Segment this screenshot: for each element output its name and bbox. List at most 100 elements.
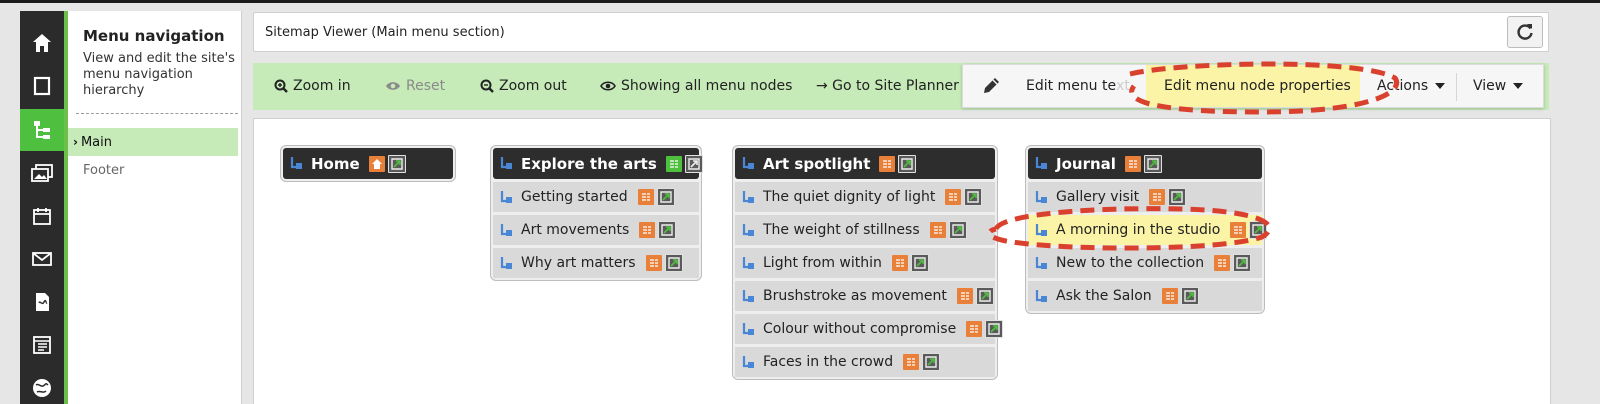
menu-node-item[interactable]: Gallery visit	[1028, 182, 1262, 212]
node-context-menu: Edit menu te xt Edit menu node properties…	[962, 64, 1544, 108]
link-node-icon[interactable]	[975, 287, 994, 305]
page-icon[interactable]	[956, 288, 973, 304]
node-icon	[742, 190, 754, 203]
menu-item-label: Footer	[83, 162, 125, 178]
layout-icon[interactable]	[20, 324, 64, 366]
link-node-icon[interactable]	[658, 221, 677, 239]
home-page-icon[interactable]	[368, 155, 385, 172]
zoom-in-label: Zoom in	[293, 78, 351, 94]
page-icon[interactable]	[966, 321, 983, 337]
page-icon[interactable]	[1124, 155, 1141, 172]
menu-node-item[interactable]: Light from within	[735, 248, 995, 278]
menu-node-item[interactable]: Why art matters	[493, 248, 699, 278]
globe-icon[interactable]	[20, 367, 64, 404]
link-node-icon[interactable]	[1168, 188, 1187, 206]
link-node-icon[interactable]	[684, 154, 703, 173]
node-icon	[742, 223, 754, 236]
menu-item-footer[interactable]: Footer	[68, 156, 238, 184]
item-label: Faces in the crowd	[763, 354, 894, 370]
page-icon[interactable]	[645, 255, 662, 271]
page-icon[interactable]	[891, 255, 908, 271]
link-node-icon[interactable]	[1180, 287, 1199, 305]
link-node-icon[interactable]	[387, 154, 406, 173]
item-label: Light from within	[763, 255, 882, 271]
node-icon	[1035, 256, 1047, 269]
menu-node-item[interactable]: Colour without compromise	[735, 314, 1004, 344]
link-node-icon[interactable]	[664, 254, 683, 272]
link-node-icon[interactable]	[964, 188, 983, 206]
menu-node-item[interactable]: Brushstroke as movement	[735, 281, 995, 311]
menu-node-item[interactable]: The quiet dignity of light	[735, 182, 995, 212]
home-icon[interactable]	[20, 22, 64, 64]
page-icon[interactable]	[637, 189, 654, 205]
link-node-icon[interactable]	[910, 254, 929, 272]
form-icon[interactable]	[20, 281, 64, 323]
menu-node-item-selected[interactable]: A morning in the studio	[1028, 215, 1268, 245]
item-label: Colour without compromise	[763, 321, 957, 337]
view-dropdown[interactable]: View	[1473, 65, 1543, 107]
group-title: Home	[311, 154, 360, 173]
node-icon	[500, 256, 512, 269]
edit-menu-text-button[interactable]: Edit menu te xt	[963, 65, 1146, 107]
group-header[interactable]: Journal	[1028, 148, 1262, 179]
menu-group-home: Home	[280, 145, 456, 182]
menu-item-main[interactable]: › Main	[68, 128, 238, 156]
reset-label: Reset	[406, 78, 446, 94]
page-icon[interactable]	[1230, 222, 1247, 238]
actions-dropdown[interactable]: Actions	[1377, 65, 1457, 107]
link-node-icon[interactable]	[1233, 254, 1252, 272]
node-icon	[742, 289, 754, 302]
link-node-icon[interactable]	[985, 320, 1004, 338]
panel-description: View and edit the site's menu navigation…	[83, 51, 235, 98]
link-node-icon[interactable]	[922, 353, 941, 371]
page-icon[interactable]	[903, 354, 920, 370]
reset-button[interactable]: Reset	[385, 78, 445, 94]
group-title: Art spotlight	[763, 154, 871, 173]
group-header[interactable]: Art spotlight	[735, 148, 995, 179]
sitemap-viewer-header: Sitemap Viewer (Main menu section)	[253, 12, 1549, 52]
icon-sidebar	[20, 11, 64, 404]
go-to-site-planner-link[interactable]: → Go to Site Planner t	[816, 78, 969, 94]
menu-node-item[interactable]: Art movements	[493, 215, 699, 245]
page-icon[interactable]	[945, 189, 962, 205]
link-node-icon[interactable]	[1249, 221, 1268, 239]
mail-icon[interactable]	[20, 238, 64, 280]
menu-node-item[interactable]: Faces in the crowd	[735, 347, 995, 377]
link-node-icon[interactable]	[948, 221, 967, 239]
node-icon	[1035, 190, 1047, 203]
page-title: Sitemap Viewer (Main menu section)	[265, 25, 505, 40]
page-icon[interactable]	[929, 222, 946, 238]
menu-navigation-panel: Menu navigation View and edit the site's…	[68, 11, 242, 404]
refresh-button[interactable]	[1507, 16, 1543, 48]
media-icon[interactable]	[20, 152, 64, 194]
edit-node-properties-label: Edit menu node properties	[1164, 78, 1351, 94]
pencil-icon	[984, 78, 999, 93]
menu-node-item[interactable]: Getting started	[493, 182, 699, 212]
link-node-icon[interactable]	[1143, 154, 1162, 173]
calendar-icon[interactable]	[20, 195, 64, 237]
zoom-in-button[interactable]: Zoom in	[274, 78, 351, 94]
group-header[interactable]: Explore the arts	[493, 148, 703, 179]
page-icon[interactable]	[639, 222, 656, 238]
page-icon[interactable]	[1161, 288, 1178, 304]
page-icon[interactable]	[665, 155, 682, 172]
link-node-icon[interactable]	[898, 154, 917, 173]
menu-node-item[interactable]: New to the collection	[1028, 248, 1262, 278]
panel-title: Menu navigation	[83, 27, 225, 45]
group-header[interactable]: Home	[283, 148, 453, 179]
page-icon[interactable]	[1149, 189, 1166, 205]
link-node-icon[interactable]	[656, 188, 675, 206]
node-icon	[742, 322, 754, 335]
show-nodes-toggle[interactable]: Showing all menu nodes	[600, 78, 792, 94]
refresh-icon	[1517, 24, 1533, 40]
page-icon[interactable]	[879, 155, 896, 172]
zoom-out-button[interactable]: Zoom out	[480, 78, 567, 94]
zoom-in-icon	[274, 79, 288, 93]
page-icon[interactable]	[1214, 255, 1231, 271]
menu-node-item[interactable]: Ask the Salon	[1028, 281, 1262, 311]
caret-down-icon	[1435, 83, 1446, 89]
menu-node-item[interactable]: The weight of stillness	[735, 215, 995, 245]
page-icon[interactable]	[20, 65, 64, 107]
edit-node-properties-button[interactable]: Edit menu node properties	[1146, 65, 1360, 107]
sitemap-icon[interactable]	[20, 109, 64, 151]
